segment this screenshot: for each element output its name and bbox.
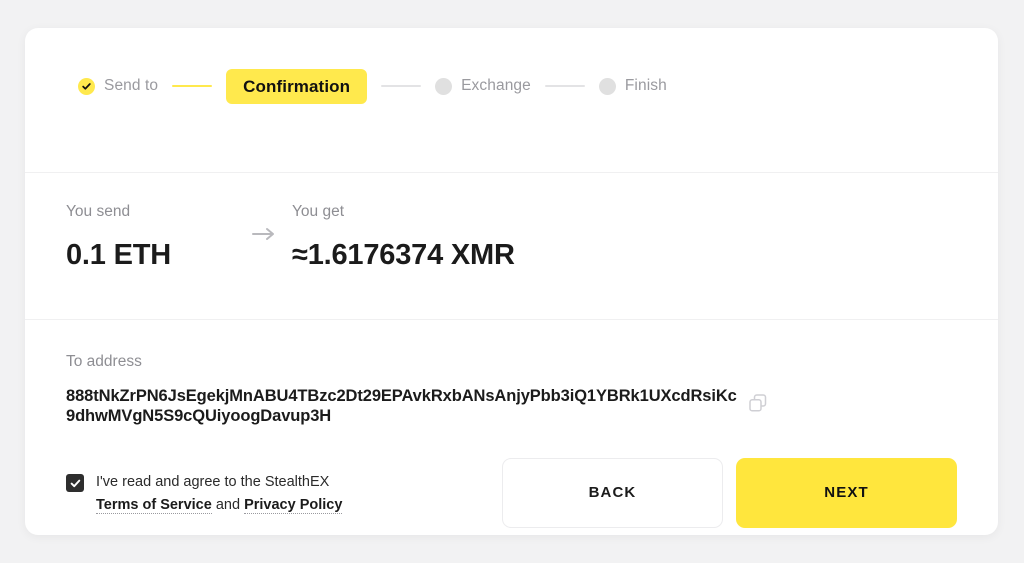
dot-icon-finish	[598, 77, 616, 95]
page-root: Send to Confirmation Exchange Finish You…	[0, 0, 1024, 563]
you-send-block: You send 0.1 ETH	[66, 172, 236, 270]
step-label-send-to: Send to	[104, 77, 159, 94]
privacy-policy-link[interactable]: Privacy Policy	[244, 496, 343, 514]
step-label-confirmation: Confirmation	[226, 68, 368, 104]
amount-summary: You send 0.1 ETH You get ≈1.6176374 XMR	[25, 172, 998, 319]
you-get-label: You get	[292, 203, 345, 220]
step-exchange[interactable]: Exchange	[435, 77, 531, 95]
to-address-label: To address	[66, 353, 142, 370]
card-footer: I've read and agree to the StealthEX Ter…	[25, 450, 998, 535]
copy-icon[interactable]	[749, 393, 768, 418]
stepper-connector-1	[172, 85, 213, 87]
step-send-to[interactable]: Send to	[78, 77, 158, 95]
to-address-section: To address 888tNkZrPN6JsEgekjMnABU4TBzc2…	[25, 319, 998, 450]
next-button[interactable]: NEXT	[736, 457, 957, 528]
to-address-row: 888tNkZrPN6JsEgekjMnABU4TBzc2Dt29EPAvkRx…	[66, 386, 998, 426]
agreement-text: I've read and agree to the StealthEX Ter…	[96, 471, 366, 516]
terms-of-service-link[interactable]: Terms of Service	[96, 496, 212, 514]
progress-stepper: Send to Confirmation Exchange Finish	[25, 28, 998, 144]
agreement-prefix: I've read and agree to the StealthEX	[96, 474, 330, 491]
check-circle-icon	[78, 77, 95, 95]
agreement-conjunction: and	[215, 496, 241, 513]
back-button[interactable]: BACK	[502, 457, 723, 528]
footer-buttons: BACK NEXT	[502, 457, 957, 528]
step-confirmation[interactable]: Confirmation	[226, 68, 368, 104]
agreement-block: I've read and agree to the StealthEX Ter…	[66, 469, 502, 516]
you-send-value: 0.1 ETH	[66, 238, 171, 271]
dot-icon-exchange	[435, 77, 453, 95]
terms-checkbox[interactable]	[66, 474, 84, 493]
you-get-block: You get ≈1.6176374 XMR	[292, 172, 515, 270]
to-address-value: 888tNkZrPN6JsEgekjMnABU4TBzc2Dt29EPAvkRx…	[66, 386, 737, 425]
you-get-value: ≈1.6176374 XMR	[292, 238, 515, 271]
stepper-connector-2	[381, 85, 422, 87]
exchange-confirmation-card: Send to Confirmation Exchange Finish You…	[25, 28, 998, 535]
stepper-connector-3	[544, 85, 585, 87]
step-label-finish: Finish	[624, 77, 667, 94]
step-label-exchange: Exchange	[461, 77, 531, 94]
step-finish[interactable]: Finish	[598, 77, 667, 95]
you-send-label: You send	[66, 203, 131, 220]
arrow-right-icon	[236, 172, 292, 241]
